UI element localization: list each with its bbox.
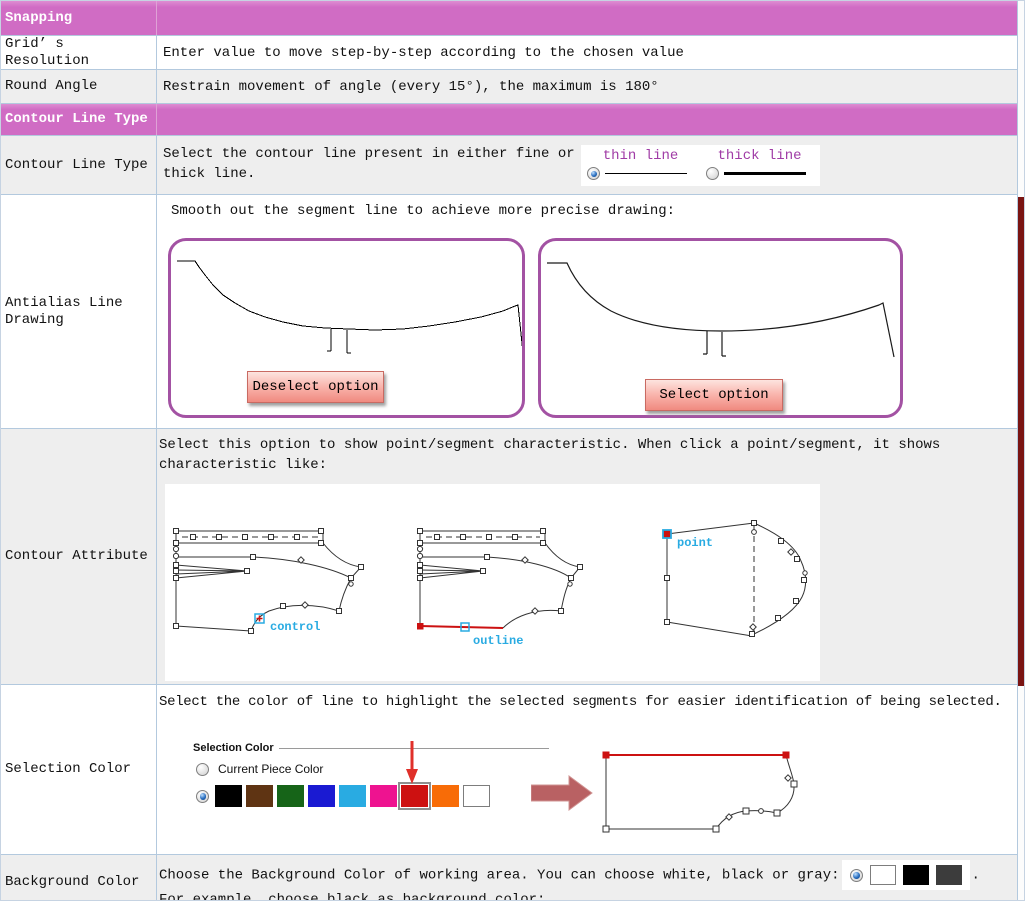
antialias-label: Antialias Line Drawing	[1, 195, 157, 428]
settings-table: Snapping Grid’ s Resolution Enter value …	[1, 1, 1018, 900]
background-color-desc: Choose the Background Color of working a…	[157, 855, 1013, 901]
round-angle-label: Round Angle	[1, 70, 157, 103]
background-color-widget	[842, 860, 970, 890]
settings-help-page: Snapping Grid’ s Resolution Enter value …	[0, 0, 1025, 901]
thick-line-label: thick line	[700, 148, 819, 164]
grid-resolution-desc: Enter value to move step-by-step accordi…	[163, 43, 684, 63]
selection-palette-swatches	[215, 785, 490, 807]
selection-swatch-sky-blue[interactable]	[339, 785, 366, 807]
selected-endpoint-marker	[417, 623, 424, 630]
select-option-button[interactable]: Select option	[645, 379, 783, 411]
contour-attribute-desc: Select this option to show point/segment…	[159, 435, 1015, 475]
background-color-radio[interactable]	[850, 869, 863, 882]
selection-color-palette	[196, 785, 490, 807]
contour-attribute-label: Contour Attribute	[1, 429, 157, 684]
selection-swatch-black[interactable]	[215, 785, 242, 807]
current-piece-color-option[interactable]: Current Piece Color	[196, 762, 323, 776]
palette-radio[interactable]	[196, 790, 209, 803]
selection-color-desc: Select the color of line to highlight th…	[159, 692, 1002, 712]
selection-swatch-white[interactable]	[463, 785, 490, 807]
contour-attribute-canvas: control	[165, 484, 820, 681]
row-snapping-header: Snapping	[1, 1, 1018, 36]
snapping-header-label: Snapping	[5, 10, 72, 27]
row-contour-header: Contour Line Type	[1, 104, 1018, 136]
thick-right-arrow-icon	[531, 775, 593, 811]
background-swatch-black[interactable]	[903, 865, 929, 885]
snapping-header-cell: Snapping	[1, 1, 157, 35]
point-annotation-label: point	[677, 536, 713, 550]
selected-endpoint-left	[603, 752, 610, 759]
result-handles	[603, 775, 797, 832]
antialias-desc: Smooth out the segment line to achieve m…	[171, 201, 675, 221]
row-round-angle: Round Angle Restrain movement of angle (…	[1, 70, 1018, 104]
control-annotation-label: control	[270, 620, 320, 634]
snapping-header-spacer	[157, 1, 1017, 35]
selection-color-groupbox: Selection Color	[193, 742, 549, 754]
thin-line-label: thin line	[581, 148, 700, 164]
background-swatch-gray[interactable]	[936, 865, 962, 885]
point-marker	[663, 530, 671, 538]
right-red-strip	[1018, 197, 1024, 686]
contour-header-spacer	[157, 104, 1017, 135]
thin-line-option[interactable]: thin line	[581, 145, 700, 186]
antialias-off-illustration: Deselect option	[168, 238, 525, 418]
background-color-desc-before: Choose the Background Color of working a…	[159, 868, 840, 884]
red-down-arrow-icon	[404, 741, 420, 785]
pattern-point-illustration: point	[659, 490, 819, 660]
deselect-option-button[interactable]: Deselect option	[247, 371, 384, 403]
selection-color-label: Selection Color	[1, 685, 157, 854]
thick-line-sample	[724, 172, 806, 175]
antialias-on-illustration: Select option	[538, 238, 903, 418]
selection-swatch-orange[interactable]	[432, 785, 459, 807]
outline-annotation-label: outline	[473, 634, 523, 648]
background-color-swatches	[870, 865, 962, 885]
pattern-outline-illustration: outline	[417, 526, 617, 666]
selection-swatch-brown[interactable]	[246, 785, 273, 807]
thin-line-sample	[605, 173, 687, 174]
contour-header-cell: Contour Line Type	[1, 104, 157, 135]
current-piece-color-label: Current Piece Color	[218, 762, 323, 776]
selection-swatch-magenta[interactable]	[370, 785, 397, 807]
selection-swatch-green[interactable]	[277, 785, 304, 807]
selected-endpoint-right	[783, 752, 790, 759]
contour-line-type-label: Contour Line Type	[1, 136, 157, 194]
thick-line-radio[interactable]	[706, 167, 719, 180]
current-piece-color-radio[interactable]	[196, 763, 209, 776]
selection-swatch-blue[interactable]	[308, 785, 335, 807]
row-background-color: Background Color Choose the Background C…	[1, 855, 1018, 900]
thick-line-option[interactable]: thick line	[700, 145, 819, 186]
row-contour-line-type: Contour Line Type Select the contour lin…	[1, 136, 1018, 195]
line-type-panel: thin line thick line	[581, 145, 820, 186]
pattern-control-illustration: control	[173, 526, 378, 666]
contour-line-type-desc: Select the contour line present in eithe…	[163, 144, 593, 184]
selection-color-group-caption: Selection Color	[193, 742, 274, 754]
selected-segment-result-illustration	[598, 745, 808, 840]
row-grid-resolution: Grid’ s Resolution Enter value to move s…	[1, 36, 1018, 70]
background-color-label: Background Color	[1, 855, 157, 901]
row-antialias: Antialias Line Drawing Smooth out the se…	[1, 195, 1018, 429]
round-angle-desc: Restrain movement of angle (every 15°), …	[163, 77, 659, 97]
grid-resolution-label: Grid’ s Resolution	[1, 36, 157, 70]
selection-swatch-red[interactable]	[401, 785, 428, 807]
row-selection-color: Selection Color Select the color of line…	[1, 685, 1018, 855]
background-swatch-white[interactable]	[870, 865, 896, 885]
pattern-handles	[173, 529, 363, 634]
thin-line-radio[interactable]	[587, 167, 600, 180]
row-contour-attribute: Contour Attribute Select this option to …	[1, 429, 1018, 685]
contour-header-label: Contour Line Type	[5, 111, 148, 128]
